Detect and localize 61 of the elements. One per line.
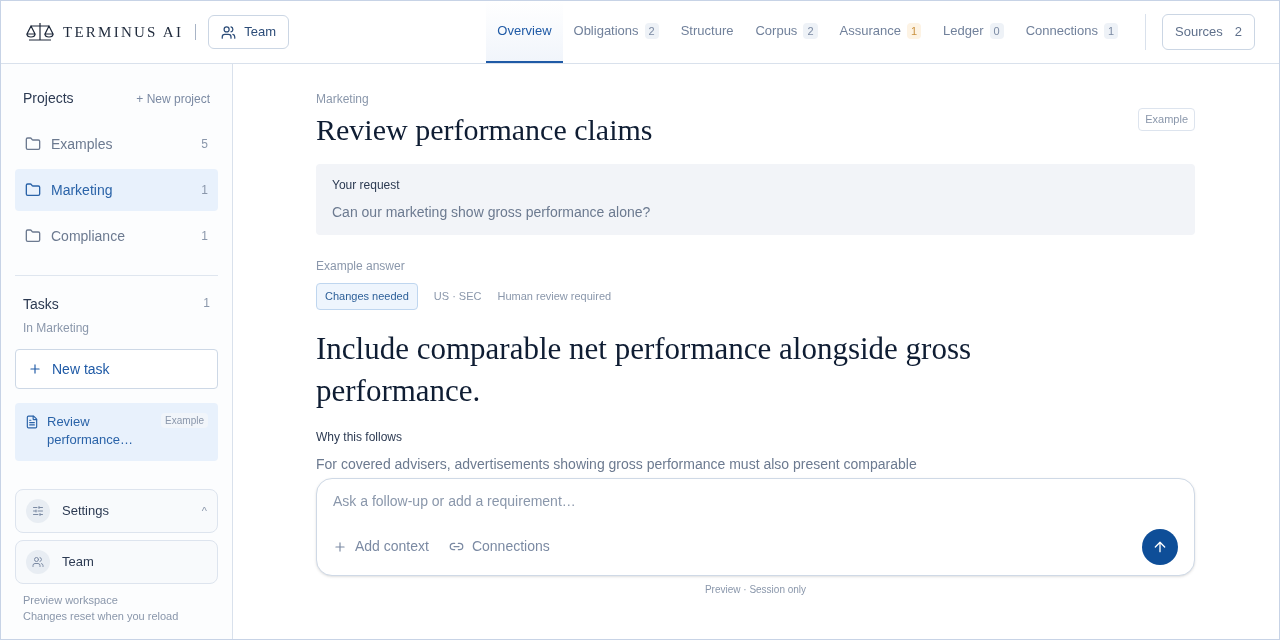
brand-name: TERMINUS AI xyxy=(63,22,184,42)
example-tag: Example xyxy=(1138,108,1195,131)
sources-count: 2 xyxy=(1234,23,1242,42)
project-count: 1 xyxy=(201,182,208,199)
count-badge: 2 xyxy=(803,22,818,40)
example-tag: Example xyxy=(161,413,208,428)
folder-icon xyxy=(25,136,41,152)
new-project-link[interactable]: + New project xyxy=(136,89,210,108)
answer-meta: Human review required xyxy=(497,289,612,304)
project-count: 5 xyxy=(201,136,208,153)
nav-tab[interactable]: Structure xyxy=(669,1,745,63)
project-item[interactable]: Compliance 1 xyxy=(15,215,218,257)
request-label: Your request xyxy=(332,177,401,194)
project-item[interactable]: Examples 5 xyxy=(15,123,218,165)
request-text: Can our marketing show gross performance alone? xyxy=(332,203,652,222)
team-item[interactable]: Team xyxy=(15,540,218,584)
breadcrumb: Marketing xyxy=(316,91,370,108)
plus-icon xyxy=(28,362,42,376)
projects-heading: Projects xyxy=(23,89,74,108)
answer-label: Example answer xyxy=(316,258,406,275)
status-badge: Changes needed xyxy=(316,283,418,310)
nav-tab[interactable]: Assurance 1 xyxy=(828,1,933,63)
follow-up-input[interactable]: Ask a follow-up or add a requirement… xyxy=(333,490,1178,512)
nav-tab[interactable]: Corpus 2 xyxy=(744,1,829,63)
caret-icon: ^ xyxy=(201,502,207,520)
settings-button[interactable]: Settings ^ xyxy=(15,489,218,533)
new-task-button[interactable]: New task xyxy=(15,349,218,389)
why-text: For covered advisers, advertisements showing gross performance must also present comparable xyxy=(316,455,918,472)
project-item[interactable]: Marketing 1 xyxy=(15,169,218,211)
nav-tab[interactable]: Ledger 0 xyxy=(932,1,1015,63)
folder-icon xyxy=(25,228,41,244)
people-icon xyxy=(221,24,237,40)
plus-icon xyxy=(333,539,347,554)
tasks-count: 1 xyxy=(203,295,210,312)
nav-tab[interactable]: Obligations 2 xyxy=(562,1,670,63)
scales-logo-icon xyxy=(25,22,55,42)
document-icon xyxy=(25,415,39,429)
count-badge: 0 xyxy=(989,22,1004,40)
connections-button[interactable]: Connections xyxy=(448,536,550,557)
sliders-icon xyxy=(32,505,44,517)
sources-button[interactable]: Sources 2 xyxy=(1162,14,1255,50)
why-label: Why this follows xyxy=(316,428,404,446)
page-title: Review performance claims xyxy=(316,112,653,148)
team-button[interactable]: Team xyxy=(208,15,289,49)
tasks-scope: In Marketing xyxy=(22,320,91,337)
count-badge: 1 xyxy=(1103,22,1119,40)
add-context-button[interactable]: Add context xyxy=(333,536,429,557)
people-icon xyxy=(32,556,44,568)
task-item[interactable]: Review performance… Example xyxy=(15,403,218,461)
footer-note: Changes reset when you reload xyxy=(23,609,180,624)
nav-tab[interactable]: Connections 1 xyxy=(1014,1,1130,63)
count-badge: 1 xyxy=(906,22,922,40)
send-button[interactable] xyxy=(1142,528,1178,565)
answer-meta: US · SEC xyxy=(433,289,482,304)
folder-icon xyxy=(25,182,41,198)
project-count: 1 xyxy=(201,228,208,245)
footer-note: Preview workspace xyxy=(23,593,119,608)
answer-heading: Include comparable net performance alongside gross performance. xyxy=(316,329,973,410)
count-badge: 2 xyxy=(644,22,659,40)
session-note: Preview · Session only xyxy=(704,582,807,597)
tasks-heading: Tasks xyxy=(23,295,59,314)
